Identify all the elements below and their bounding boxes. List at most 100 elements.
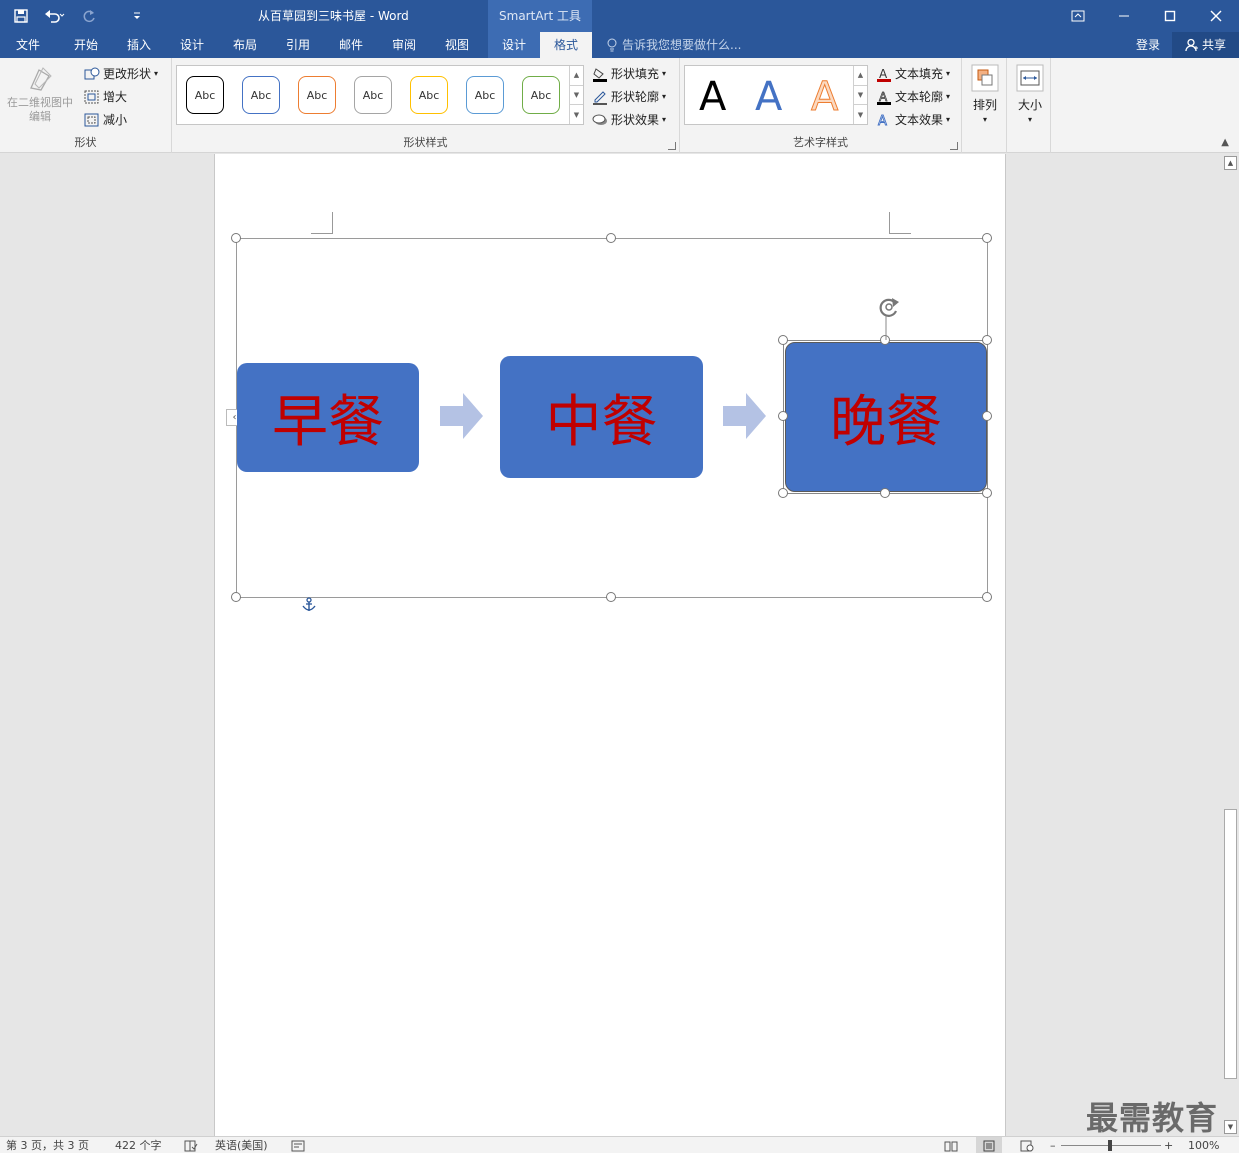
svg-text:A: A (878, 114, 887, 128)
zoom-slider-thumb[interactable] (1108, 1140, 1112, 1151)
wordart-style-blue[interactable]: A (755, 74, 782, 120)
edit-in-2d-button[interactable]: 在二维视图中编辑 (4, 64, 76, 130)
shape-outline-button[interactable]: 形状轮廓 ▾ (592, 88, 666, 105)
change-shape-button[interactable]: 更改形状 ▾ (84, 65, 158, 82)
shape-resize-handle[interactable] (778, 488, 788, 498)
collapse-ribbon-icon[interactable]: ▲ (1221, 137, 1229, 148)
wordart-styles-group: A A A ▲ ▼ ▼ A 文本填充 ▾ A 文本轮廓 ▾ A 文本效果 ▾ 艺… (680, 58, 962, 153)
web-layout-icon[interactable] (1020, 1140, 1034, 1153)
shape-resize-handle[interactable] (982, 488, 992, 498)
shape-style-swatch[interactable]: Abc (410, 76, 448, 114)
shape-style-swatch[interactable]: Abc (242, 76, 280, 114)
text-fill-button[interactable]: A 文本填充 ▾ (876, 65, 950, 82)
smaller-label: 减小 (103, 113, 128, 127)
maximize-icon[interactable] (1147, 0, 1193, 32)
smartart-node-lunch[interactable]: 中餐 (500, 356, 703, 478)
tab-insert[interactable]: 插入 (115, 32, 163, 58)
tab-view[interactable]: 视图 (433, 32, 481, 58)
scroll-up-icon[interactable]: ▲ (1224, 156, 1237, 170)
frame-resize-handle[interactable] (231, 592, 241, 602)
shape-style-swatch[interactable]: Abc (354, 76, 392, 114)
wordart-gallery: A A A ▲ ▼ ▼ (684, 65, 868, 125)
zoom-level[interactable]: 100% (1188, 1137, 1219, 1153)
shape-styles-group-label: 形状样式 (403, 136, 448, 149)
frame-resize-handle[interactable] (982, 592, 992, 602)
gallery-up-icon[interactable]: ▲ (854, 66, 867, 86)
shape-style-swatch[interactable]: Abc (466, 76, 504, 114)
redo-icon[interactable] (76, 3, 102, 29)
shape-resize-handle[interactable] (982, 335, 992, 345)
zoom-out-button[interactable]: – (1050, 1137, 1056, 1153)
ribbon-display-options-icon[interactable] (1055, 0, 1101, 32)
share-button[interactable]: 共享 (1172, 32, 1239, 58)
gallery-more-icon[interactable]: ▼ (570, 105, 583, 124)
size-group: 大小 ▾ (1007, 58, 1051, 153)
shape-resize-handle[interactable] (880, 488, 890, 498)
tab-review[interactable]: 审阅 (380, 32, 428, 58)
tell-me-search[interactable]: 告诉我您想要做什么... (606, 32, 741, 58)
tab-design[interactable]: 设计 (168, 32, 216, 58)
wordart-dialog-launcher-icon[interactable] (950, 142, 958, 150)
wordart-style-black[interactable]: A (699, 74, 726, 120)
customize-qat-icon[interactable] (124, 3, 150, 29)
arrange-button[interactable]: 排列 ▾ (968, 64, 1002, 124)
page-count[interactable]: 第 3 页，共 3 页 (6, 1137, 89, 1153)
smartart-node-breakfast[interactable]: 早餐 (237, 363, 419, 472)
frame-resize-handle[interactable] (231, 233, 241, 243)
text-fill-label: 文本填充 (895, 67, 944, 81)
size-button[interactable]: 大小 ▾ (1013, 64, 1047, 124)
wordart-group-label: 艺术字样式 (793, 136, 848, 149)
text-effects-button[interactable]: A 文本效果 ▾ (876, 111, 950, 128)
shape-style-swatch[interactable]: Abc (522, 76, 560, 114)
undo-icon[interactable] (38, 3, 72, 29)
vertical-scrollbar[interactable]: ▲ ▼ (1222, 154, 1239, 1136)
tab-layout[interactable]: 布局 (221, 32, 269, 58)
scroll-down-icon[interactable]: ▼ (1224, 1120, 1237, 1134)
frame-resize-handle[interactable] (982, 233, 992, 243)
tab-references[interactable]: 引用 (274, 32, 322, 58)
larger-button[interactable]: 增大 (84, 88, 127, 105)
save-icon[interactable] (8, 3, 34, 29)
frame-resize-handle[interactable] (606, 233, 616, 243)
shape-style-swatch[interactable]: Abc (186, 76, 224, 114)
minimize-icon[interactable] (1101, 0, 1147, 32)
proofing-icon[interactable] (184, 1140, 198, 1153)
close-icon[interactable] (1193, 0, 1239, 32)
smaller-button[interactable]: 减小 (84, 111, 127, 128)
tab-mailings[interactable]: 邮件 (327, 32, 375, 58)
wordart-gallery-scrollbar[interactable]: ▲ ▼ ▼ (853, 66, 867, 124)
macro-recording-icon[interactable] (291, 1140, 305, 1153)
print-layout-icon[interactable] (976, 1137, 1002, 1153)
tab-home[interactable]: 开始 (62, 32, 110, 58)
shape-style-swatch[interactable]: Abc (298, 76, 336, 114)
sign-in-link[interactable]: 登录 (1136, 32, 1160, 58)
status-bar: 第 3 页，共 3 页 422 个字 英语(美国) – + 100% (0, 1136, 1239, 1153)
word-count[interactable]: 422 个字 (115, 1137, 162, 1153)
read-mode-icon[interactable] (944, 1140, 958, 1153)
dropdown-arrow-icon: ▾ (946, 92, 951, 101)
shapes-group-label: 形状 (74, 136, 97, 149)
rotate-handle-icon[interactable] (874, 294, 904, 340)
gallery-down-icon[interactable]: ▼ (570, 86, 583, 106)
frame-resize-handle[interactable] (606, 592, 616, 602)
language-indicator[interactable]: 英语(美国) (215, 1137, 268, 1153)
tab-file[interactable]: 文件 (4, 32, 52, 58)
shape-resize-handle[interactable] (778, 411, 788, 421)
shape-styles-dialog-launcher-icon[interactable] (668, 142, 676, 150)
scroll-thumb[interactable] (1224, 809, 1237, 1079)
shape-resize-handle[interactable] (982, 411, 992, 421)
gallery-more-icon[interactable]: ▼ (854, 105, 867, 124)
gallery-down-icon[interactable]: ▼ (854, 86, 867, 106)
text-outline-button[interactable]: A 文本轮廓 ▾ (876, 88, 950, 105)
shape-resize-handle[interactable] (778, 335, 788, 345)
dropdown-arrow-icon: ▾ (662, 115, 667, 124)
wordart-style-orange[interactable]: A (810, 74, 838, 121)
shape-fill-button[interactable]: 形状填充 ▾ (592, 65, 666, 82)
gallery-up-icon[interactable]: ▲ (570, 66, 583, 86)
shape-effects-button[interactable]: 形状效果 ▾ (592, 111, 666, 128)
gallery-scrollbar[interactable]: ▲ ▼ ▼ (569, 66, 583, 124)
tab-smartart-format[interactable]: 格式 (540, 32, 592, 58)
anchor-icon[interactable] (302, 597, 316, 613)
zoom-in-button[interactable]: + (1164, 1137, 1173, 1153)
tab-smartart-design[interactable]: 设计 (488, 32, 540, 58)
